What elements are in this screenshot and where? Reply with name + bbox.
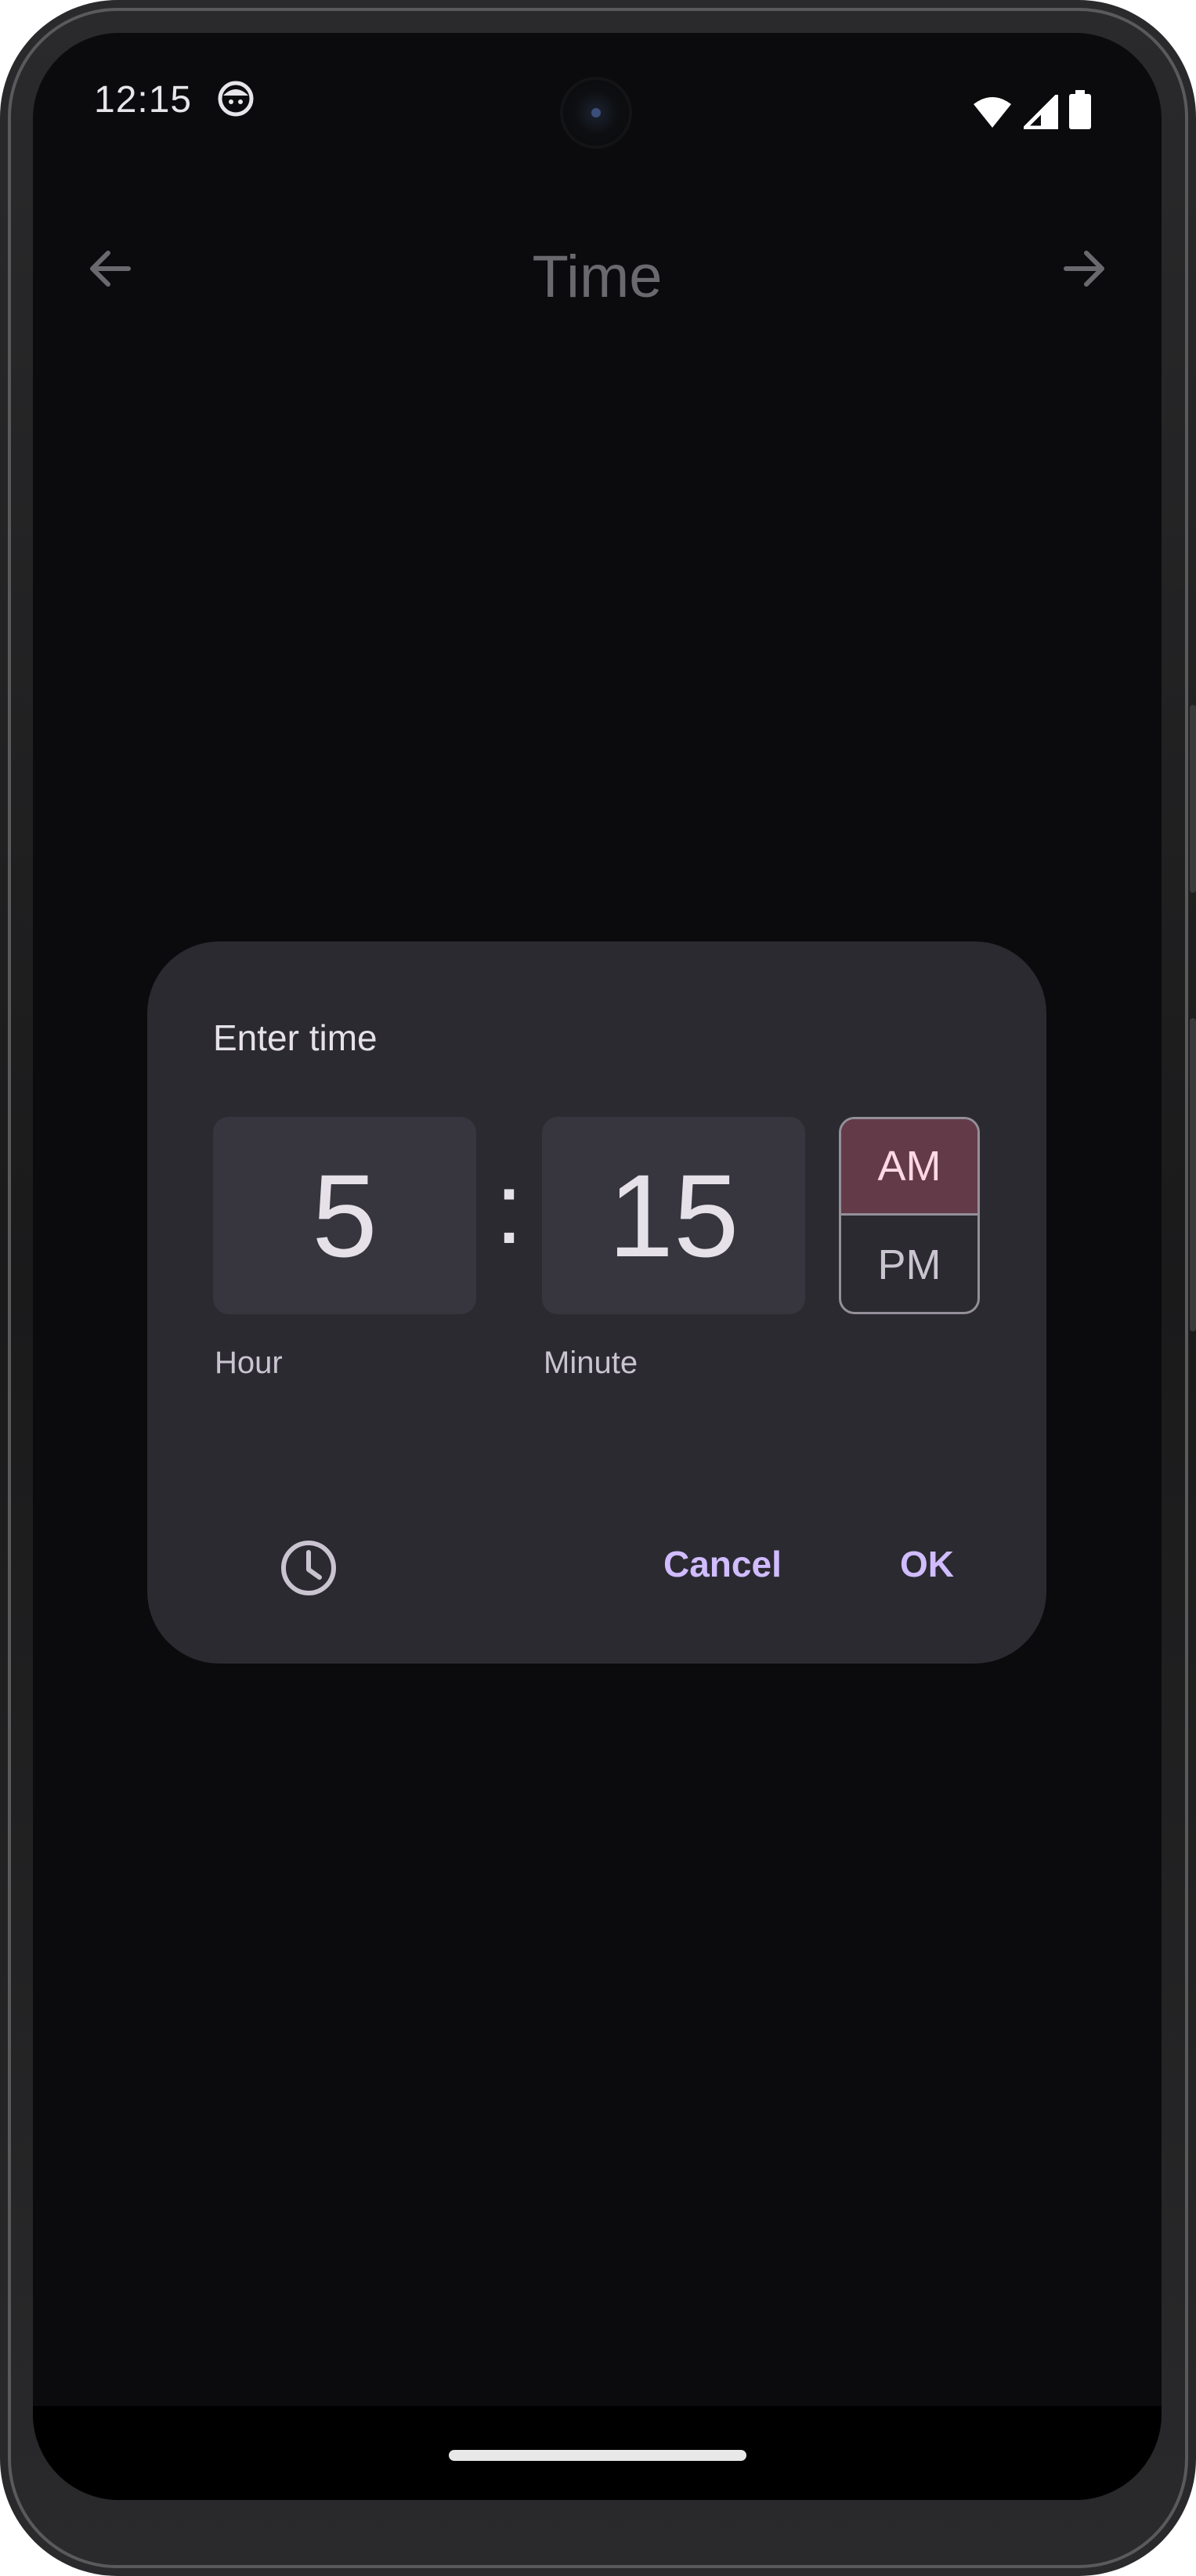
am-toggle[interactable]: AM [841, 1119, 977, 1216]
ok-button[interactable]: OK [900, 1543, 954, 1585]
wifi-icon [972, 95, 1013, 133]
time-separator: : [494, 1151, 524, 1265]
pm-toggle[interactable]: PM [841, 1216, 977, 1312]
clock-icon[interactable] [277, 1537, 340, 1599]
arrow-forward-icon[interactable] [1057, 240, 1113, 297]
status-time: 12:15 [94, 79, 193, 121]
gesture-navigation-bar [33, 2406, 1162, 2500]
status-icons [972, 90, 1091, 133]
app-bar: Time [33, 197, 1162, 310]
time-picker-dialog: Enter time 5 : 15 AM PM Hour Minute Canc… [147, 941, 1046, 1664]
page-title: Time [532, 244, 663, 310]
cancel-button[interactable]: Cancel [663, 1543, 782, 1585]
camera-lens [591, 108, 601, 117]
signal-icon [1020, 91, 1059, 133]
hour-input[interactable]: 5 [213, 1117, 476, 1314]
front-camera [563, 80, 629, 146]
volume-button [1190, 1018, 1196, 1331]
minute-input[interactable]: 15 [542, 1117, 805, 1314]
screen: 12:15 Time Enter time 5: 15 AM PM Hour … [33, 33, 1162, 2500]
period-selector: AM PM [839, 1117, 980, 1314]
phone-frame: 12:15 Time Enter time 5: 15 AM PM Hour … [0, 0, 1196, 2576]
power-button [1190, 705, 1196, 893]
home-indicator[interactable] [449, 2450, 746, 2461]
minute-label: Minute [544, 1346, 638, 1380]
app-notification-icon [216, 78, 255, 117]
dialog-title: Enter time [213, 1017, 378, 1058]
hour-label: Hour [215, 1346, 283, 1380]
battery-icon [1069, 90, 1091, 133]
